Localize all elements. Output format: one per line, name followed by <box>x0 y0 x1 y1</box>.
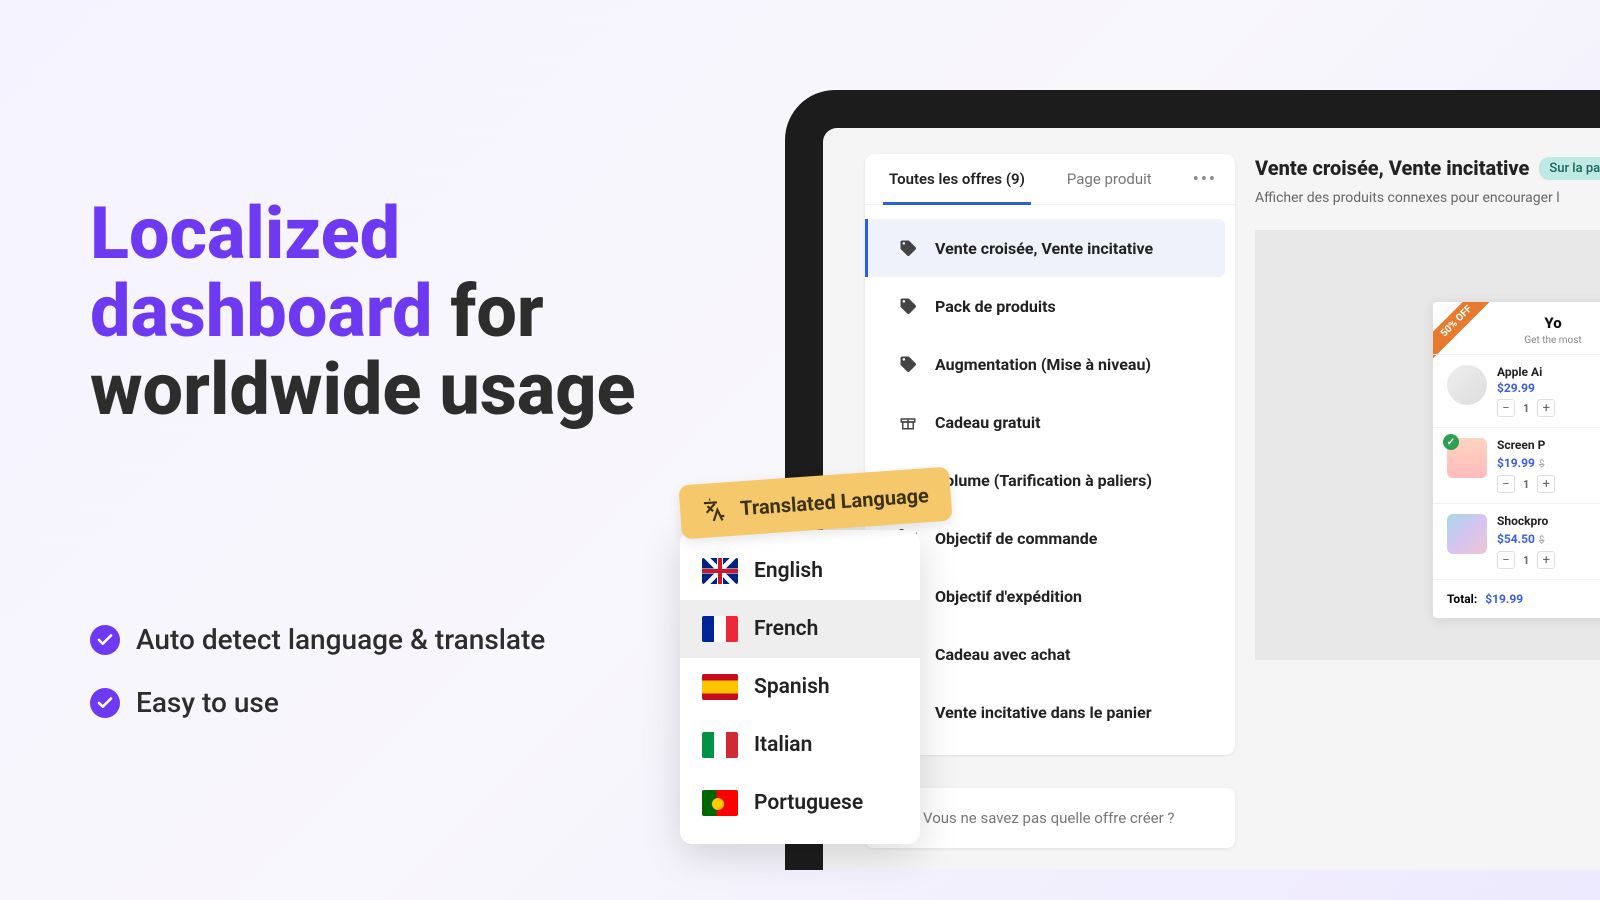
qty-control[interactable]: −1 + <box>1497 399 1600 417</box>
offer-shipping-goal[interactable]: Objectif d'expédition <box>875 567 1225 625</box>
offer-label: Volume (Tarification à paliers) <box>935 471 1152 490</box>
language-name: French <box>754 617 818 641</box>
tag-icon <box>897 237 919 259</box>
tab-all-offers[interactable]: Toutes les offres (9) <box>883 154 1031 204</box>
tab-product-page[interactable]: Page produit <box>1061 154 1158 204</box>
badge-text: Translated Language <box>739 483 929 520</box>
feature-item: Easy to use <box>90 686 650 719</box>
preview-item[interactable]: Screen P $19.99 $ −1 + <box>1433 427 1600 503</box>
check-icon <box>1443 434 1459 450</box>
gift-icon <box>897 411 919 433</box>
plus-icon[interactable]: + <box>1537 475 1555 493</box>
preview-item[interactable]: Apple Ai $29.99 −1 + <box>1433 354 1600 427</box>
flag-icon <box>702 790 738 816</box>
language-name: English <box>754 559 823 583</box>
check-icon <box>90 688 120 718</box>
product-thumb <box>1447 365 1487 405</box>
plus-icon[interactable]: + <box>1537 399 1555 417</box>
product-old-price: $ <box>1539 459 1545 470</box>
language-option-english[interactable]: English <box>680 542 920 600</box>
offer-label: Pack de produits <box>935 297 1056 316</box>
offer-label: Vente incitative dans le panier <box>935 703 1152 722</box>
preview-subtitle: Get the most <box>1443 335 1600 346</box>
offer-free-gift[interactable]: Cadeau gratuit <box>875 393 1225 451</box>
headline: Localized dashboard for worldwide usage <box>90 195 650 428</box>
plus-icon[interactable]: + <box>1537 551 1555 569</box>
check-icon <box>90 625 120 655</box>
product-thumb <box>1447 438 1487 478</box>
detail-title-row: Vente croisée, Vente incitative Sur la p… <box>1255 156 1600 180</box>
qty-value: 1 <box>1523 402 1529 415</box>
language-option-french[interactable]: French <box>680 600 920 658</box>
product-price: $19.99 <box>1497 456 1535 470</box>
product-name: Shockpro <box>1497 514 1600 528</box>
total-label: Total: <box>1447 592 1477 606</box>
qty-control[interactable]: −1 + <box>1497 475 1600 493</box>
translate-icon <box>701 496 729 524</box>
language-name: Portuguese <box>754 791 863 815</box>
offer-label: Vente croisée, Vente incitative <box>935 239 1153 258</box>
more-icon[interactable]: ••• <box>1193 169 1217 190</box>
detail-title: Vente croisée, Vente incitative <box>1255 156 1529 180</box>
offer-label: Augmentation (Mise à niveau) <box>935 355 1151 374</box>
qty-value: 1 <box>1523 478 1529 491</box>
preview-total: Total: $19.99 <box>1433 579 1600 618</box>
tag-icon <box>897 353 919 375</box>
feature-text: Auto detect language & translate <box>136 623 545 656</box>
offer-label: Cadeau gratuit <box>935 413 1041 432</box>
location-badge: Sur la page p <box>1539 157 1600 180</box>
total-value: $19.99 <box>1485 592 1523 606</box>
language-name: Spanish <box>754 675 830 699</box>
flag-icon <box>702 674 738 700</box>
language-name: Italian <box>754 733 812 757</box>
feature-list: Auto detect language & translate Easy to… <box>90 623 650 719</box>
headline-highlight: Localized dashboard <box>90 191 432 354</box>
preview-item[interactable]: Shockpro $54.50 $ −1 + <box>1433 503 1600 579</box>
detail-subtitle: Afficher des produits connexes pour enco… <box>1255 190 1600 206</box>
offer-upgrade[interactable]: Augmentation (Mise à niveau) <box>875 335 1225 393</box>
minus-icon[interactable]: − <box>1497 551 1515 569</box>
tag-icon <box>897 295 919 317</box>
product-price: $29.99 <box>1497 381 1600 395</box>
product-name: Screen P <box>1497 438 1600 452</box>
minus-icon[interactable]: − <box>1497 399 1515 417</box>
offer-preview-card: 50% OFF Yo Get the most Apple Ai $29.99 … <box>1433 302 1600 618</box>
offer-cross-sell[interactable]: Vente croisée, Vente incitative <box>865 219 1225 277</box>
product-name: Apple Ai <box>1497 365 1600 379</box>
qty-control[interactable]: −1 + <box>1497 551 1600 569</box>
qty-value: 1 <box>1523 554 1529 567</box>
language-option-italian[interactable]: Italian <box>680 716 920 774</box>
flag-icon <box>702 558 738 584</box>
product-old-price: $ <box>1539 535 1545 546</box>
flag-icon <box>702 616 738 642</box>
marketing-copy: Localized dashboard for worldwide usage … <box>90 195 650 749</box>
language-dropdown[interactable]: English French Spanish Italian Portugues… <box>680 530 920 844</box>
offer-gift-with-purchase[interactable]: Cadeau avec achat <box>875 625 1225 683</box>
feature-item: Auto detect language & translate <box>90 623 650 656</box>
minus-icon[interactable]: − <box>1497 475 1515 493</box>
product-thumb <box>1447 514 1487 554</box>
offer-bundle[interactable]: Pack de produits <box>875 277 1225 335</box>
language-option-spanish[interactable]: Spanish <box>680 658 920 716</box>
help-prompt[interactable]: ? Vous ne savez pas quelle offre créer ? <box>865 788 1235 848</box>
offer-label: Objectif de commande <box>935 529 1097 548</box>
offer-label: Cadeau avec achat <box>935 645 1070 664</box>
offers-panel: Toutes les offres (9) Page produit ••• V… <box>865 154 1235 755</box>
offer-label: Objectif d'expédition <box>935 587 1082 606</box>
language-option-portuguese[interactable]: Portuguese <box>680 774 920 832</box>
help-text: Vous ne savez pas quelle offre créer ? <box>923 809 1175 827</box>
tabs-row: Toutes les offres (9) Page produit ••• <box>865 154 1235 205</box>
feature-text: Easy to use <box>136 686 279 719</box>
flag-icon <box>702 732 738 758</box>
offer-cart-upsell[interactable]: Vente incitative dans le panier <box>875 683 1225 741</box>
product-price: $54.50 <box>1497 532 1535 546</box>
